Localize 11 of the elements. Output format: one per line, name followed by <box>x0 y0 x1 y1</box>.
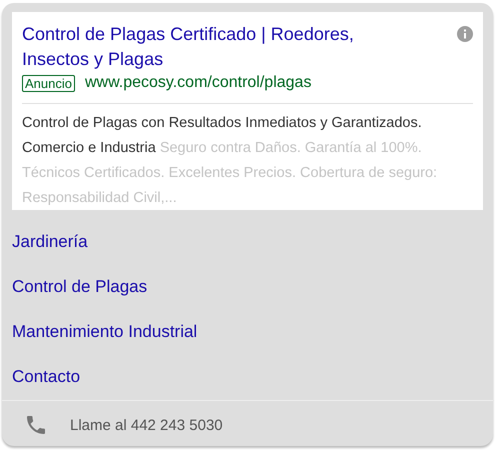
display-url: www.pecosy.com/control/plagas <box>84 73 312 93</box>
phone-icon <box>24 413 48 437</box>
sitelink[interactable]: Jardinería <box>12 231 88 253</box>
sitelink[interactable]: Contacto <box>12 366 80 388</box>
info-icon[interactable] <box>457 26 473 42</box>
ad-description: Control de Plagas con Resultados Inmediatos y Garantizados. Comercio e Industria Seguro contra Daños. Garantía al 100%. Técnicos Certificados. Excelentes Precios. Cobertura de seguro: Responsabilidad Civil,... <box>22 114 438 208</box>
sitelink[interactable]: Control de Plagas <box>12 276 148 298</box>
call-button[interactable]: Llame al 442 243 5030 <box>12 401 223 437</box>
ad-title-link[interactable]: Control de Plagas Certificado | Roedores, Insectos y Plagas <box>22 22 422 72</box>
sitelink[interactable]: Mantenimiento Industrial <box>12 321 198 343</box>
ad-badge: Anuncio <box>22 74 75 92</box>
